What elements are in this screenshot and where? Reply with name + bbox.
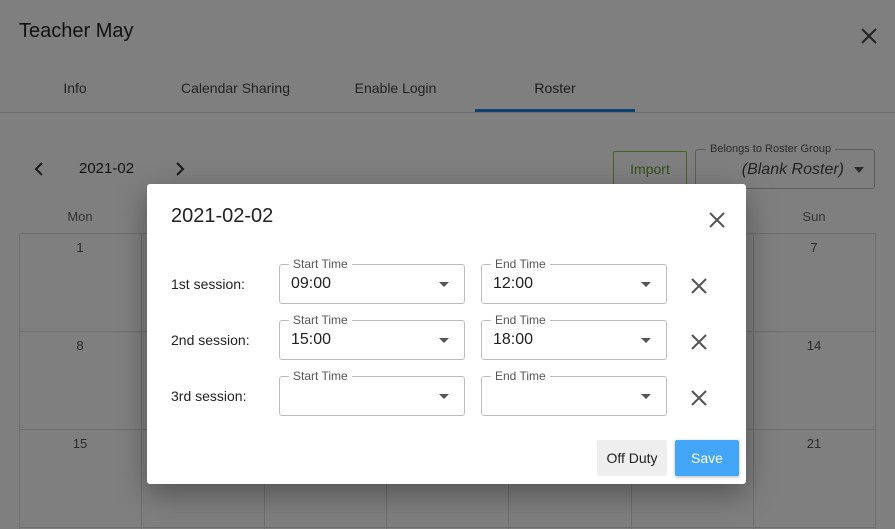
caret-down-icon [439, 338, 449, 343]
end-time-select[interactable]: End Time [481, 369, 667, 416]
start-time-value: 09:00 [291, 275, 332, 292]
caret-down-icon [439, 282, 449, 287]
end-time-label: End Time [491, 313, 550, 327]
session-label: 1st session: [171, 276, 245, 292]
caret-down-icon [439, 394, 449, 399]
end-time-select[interactable]: End Time 12:00 [481, 257, 667, 304]
start-time-select[interactable]: Start Time [279, 369, 465, 416]
caret-down-icon [641, 282, 651, 287]
dialog-title: 2021-02-02 [171, 205, 274, 227]
caret-down-icon [641, 394, 651, 399]
end-time-select[interactable]: End Time 18:00 [481, 313, 667, 360]
remove-session-icon[interactable] [690, 277, 708, 295]
end-time-label: End Time [491, 257, 550, 271]
start-time-label: Start Time [289, 313, 352, 327]
start-time-value: 15:00 [291, 331, 332, 348]
start-time-select[interactable]: Start Time 09:00 [279, 257, 465, 304]
start-time-label: Start Time [289, 369, 352, 383]
session-dialog: 2021-02-02 1st session: Start Time 09:00… [147, 184, 746, 484]
remove-session-icon[interactable] [690, 333, 708, 351]
end-time-value: 18:00 [493, 331, 534, 348]
remove-session-icon[interactable] [690, 389, 708, 407]
off-duty-button[interactable]: Off Duty [597, 440, 667, 476]
close-icon[interactable] [708, 211, 726, 229]
caret-down-icon [641, 338, 651, 343]
start-time-label: Start Time [289, 257, 352, 271]
session-label: 2nd session: [171, 332, 250, 348]
end-time-value: 12:00 [493, 275, 534, 292]
end-time-label: End Time [491, 369, 550, 383]
start-time-select[interactable]: Start Time 15:00 [279, 313, 465, 360]
session-label: 3rd session: [171, 388, 247, 404]
save-button[interactable]: Save [675, 440, 739, 476]
